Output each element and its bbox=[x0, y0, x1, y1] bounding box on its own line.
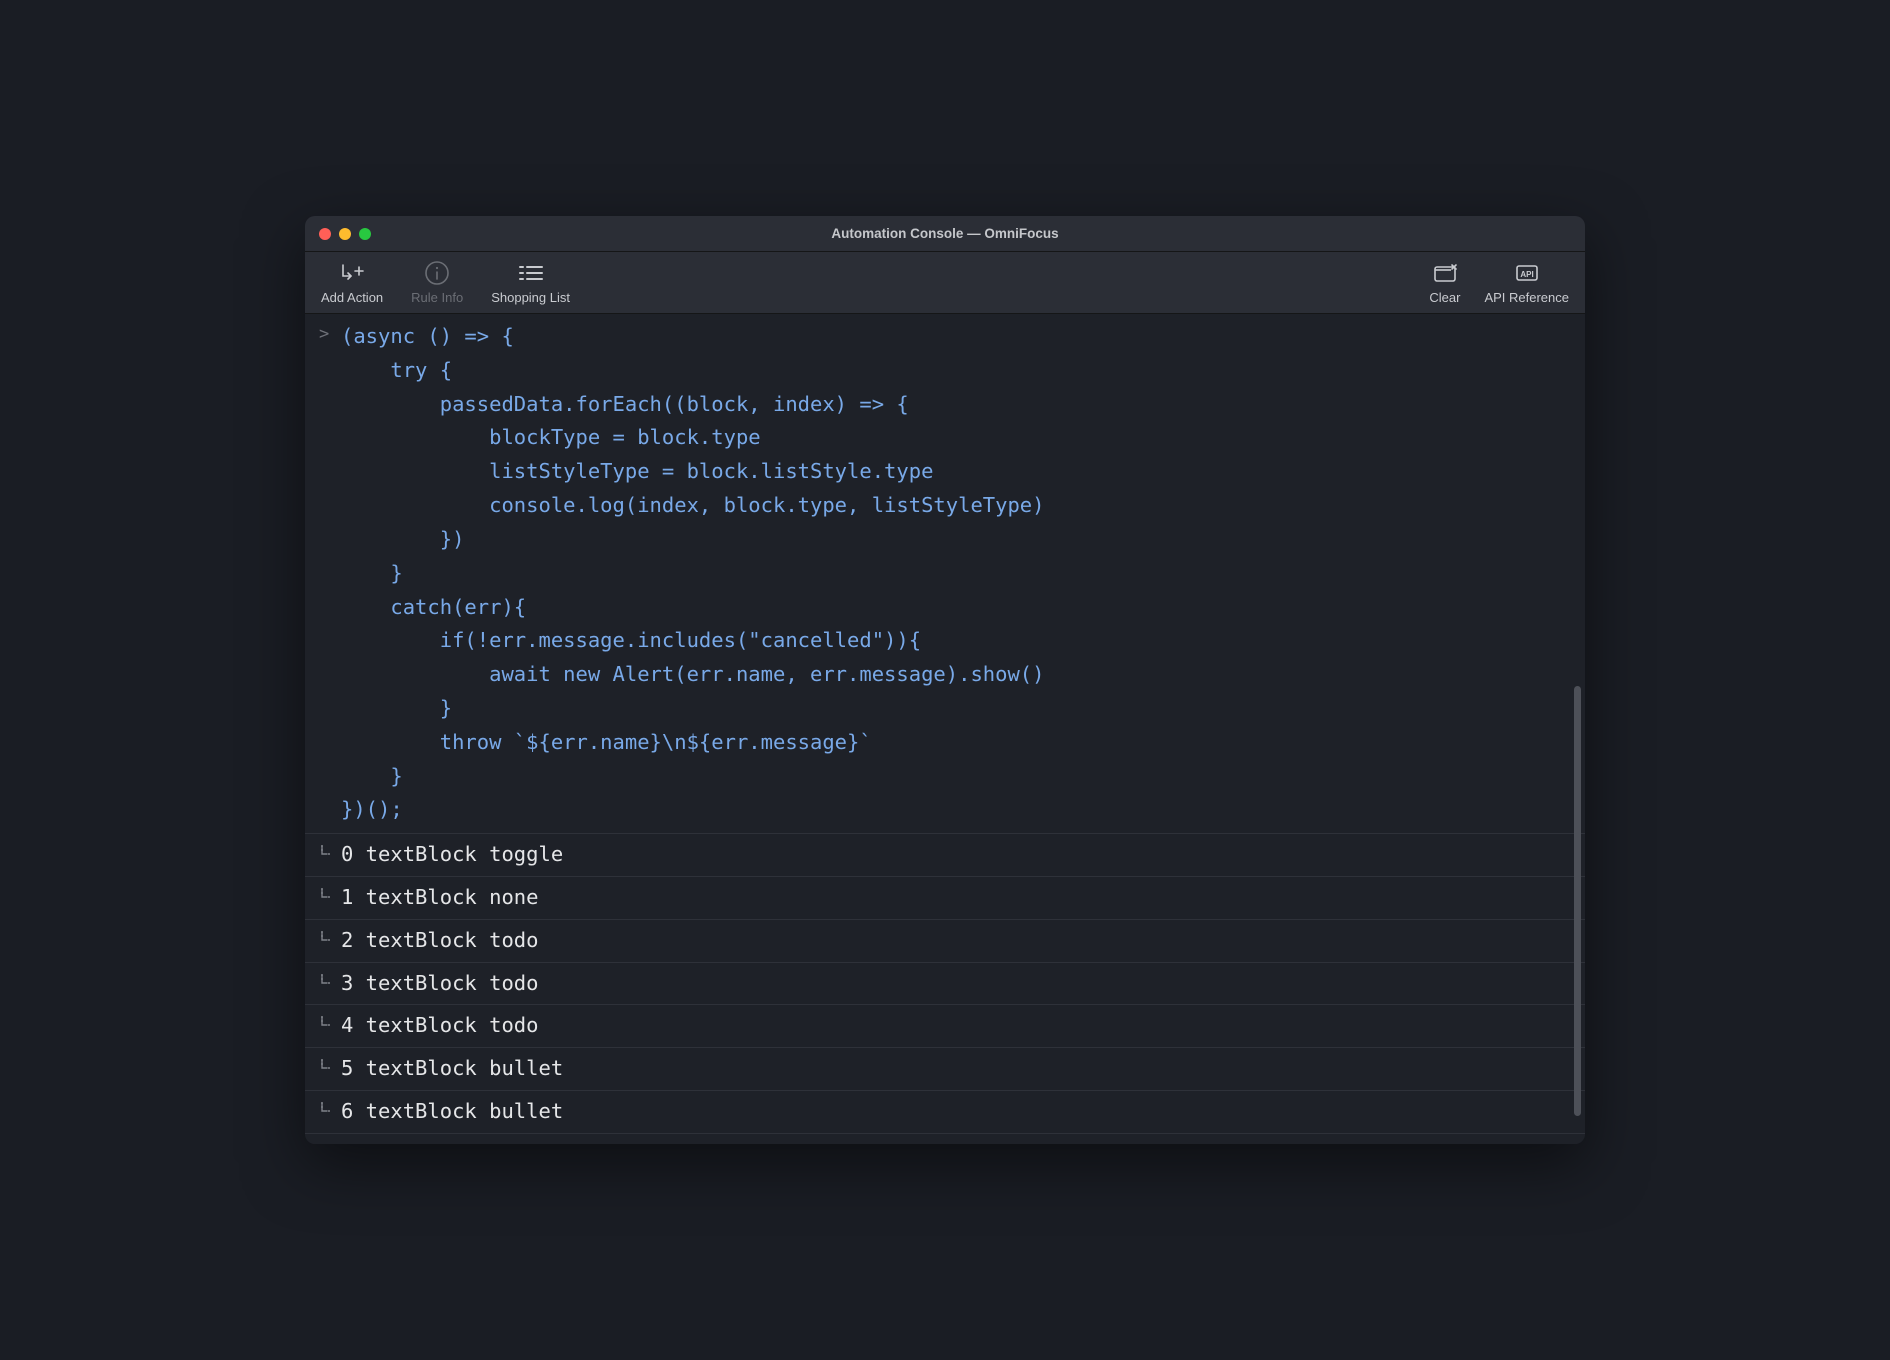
close-window-button[interactable] bbox=[319, 228, 331, 240]
add-action-label: Add Action bbox=[321, 290, 383, 305]
log-indent-icon bbox=[319, 881, 341, 911]
console-log-text: 3 textBlock todo bbox=[341, 967, 1571, 1001]
clear-label: Clear bbox=[1429, 290, 1460, 305]
scrollbar-track[interactable] bbox=[1572, 314, 1583, 1144]
console-log-entry: 6 textBlock bullet bbox=[305, 1091, 1585, 1134]
info-icon bbox=[424, 260, 450, 286]
console-input-entry: > (async () => { try { passedData.forEac… bbox=[305, 314, 1585, 834]
console-log-text: 2 textBlock todo bbox=[341, 924, 1571, 958]
result-prompt-icon: < bbox=[319, 1138, 341, 1144]
console-log-text: 0 textBlock toggle bbox=[341, 838, 1571, 872]
rule-info-button[interactable]: Rule Info bbox=[411, 260, 463, 305]
log-indent-icon bbox=[319, 967, 341, 997]
log-indent-icon bbox=[319, 1009, 341, 1039]
console-log-entry: 4 textBlock todo bbox=[305, 1005, 1585, 1048]
console-log-entry: 3 textBlock todo bbox=[305, 963, 1585, 1006]
shopping-list-label: Shopping List bbox=[491, 290, 570, 305]
console-log-entry: 2 textBlock todo bbox=[305, 920, 1585, 963]
log-indent-icon bbox=[319, 924, 341, 954]
log-indent-icon bbox=[319, 838, 341, 868]
zoom-window-button[interactable] bbox=[359, 228, 371, 240]
window-title: Automation Console — OmniFocus bbox=[305, 226, 1585, 241]
svg-text:API: API bbox=[1520, 270, 1533, 279]
titlebar: Automation Console — OmniFocus bbox=[305, 216, 1585, 252]
shopping-list-button[interactable]: Shopping List bbox=[491, 260, 570, 305]
add-action-button[interactable]: Add Action bbox=[321, 260, 383, 305]
clear-icon bbox=[1432, 260, 1458, 286]
traffic-lights bbox=[319, 228, 371, 240]
api-reference-label: API Reference bbox=[1484, 290, 1569, 305]
console-log-text: 1 textBlock none bbox=[341, 881, 1571, 915]
clear-button[interactable]: Clear bbox=[1429, 260, 1460, 305]
api-icon: API bbox=[1514, 260, 1540, 286]
rule-info-label: Rule Info bbox=[411, 290, 463, 305]
console-log-text: 6 textBlock bullet bbox=[341, 1095, 1571, 1129]
list-icon bbox=[517, 260, 545, 286]
toolbar: Add Action Rule Info bbox=[305, 252, 1585, 314]
api-reference-button[interactable]: API API Reference bbox=[1484, 260, 1569, 305]
console-log-text: 4 textBlock todo bbox=[341, 1009, 1571, 1043]
console-log-entry: 1 textBlock none bbox=[305, 877, 1585, 920]
console-log-text: 5 textBlock bullet bbox=[341, 1052, 1571, 1086]
log-indent-icon bbox=[319, 1052, 341, 1082]
add-action-icon bbox=[337, 260, 367, 286]
console-result-entry: < [object Promise] = $2 bbox=[305, 1134, 1585, 1144]
minimize-window-button[interactable] bbox=[339, 228, 351, 240]
console-log-entry: 0 textBlock toggle bbox=[305, 834, 1585, 877]
console-log-entry: 5 textBlock bullet bbox=[305, 1048, 1585, 1091]
console-result-text: [object Promise] = $2 bbox=[341, 1138, 1571, 1144]
console-code-input[interactable]: (async () => { try { passedData.forEach(… bbox=[341, 320, 1571, 827]
automation-console-window: Automation Console — OmniFocus Add Actio… bbox=[305, 216, 1585, 1144]
log-indent-icon bbox=[319, 1095, 341, 1125]
scrollbar-thumb[interactable] bbox=[1574, 686, 1581, 1116]
input-prompt-icon: > bbox=[319, 320, 341, 348]
console-area[interactable]: > (async () => { try { passedData.forEac… bbox=[305, 314, 1585, 1144]
